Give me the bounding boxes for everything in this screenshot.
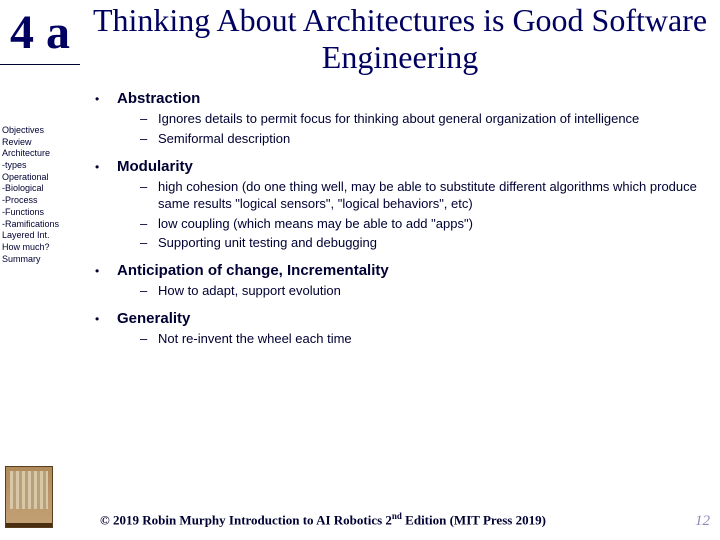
sidebar-item: -Biological (2, 183, 82, 195)
bullet-dot-icon: • (95, 264, 117, 278)
page-number: 12 (695, 513, 710, 530)
bullet-label: Modularity (117, 158, 193, 175)
sidebar-outline: Objectives Review Architecture -types Op… (2, 125, 82, 265)
sidebar-item: -types (2, 160, 82, 172)
sidebar-item: How much? (2, 242, 82, 254)
sub-bullet: –How to adapt, support evolution (140, 283, 710, 300)
sub-bullet: –Not re-invent the wheel each time (140, 331, 710, 348)
sub-bullet: –Semiformal description (140, 131, 710, 148)
sidebar-item: -Ramifications (2, 219, 82, 231)
sub-bullet: –Ignores details to permit focus for thi… (140, 111, 710, 128)
content-body: • Abstraction –Ignores details to permit… (95, 90, 710, 354)
sub-bullet: –high cohesion (do one thing well, may b… (140, 179, 710, 213)
dash-icon: – (140, 216, 158, 231)
bullet-dot-icon: • (95, 160, 117, 174)
sidebar-item: -Functions (2, 207, 82, 219)
bullet-anticipation: • Anticipation of change, Incrementality… (95, 262, 710, 300)
bullet-label: Abstraction (117, 90, 200, 107)
dash-icon: – (140, 331, 158, 346)
bullet-dot-icon: • (95, 92, 117, 106)
sidebar-item: Objectives (2, 125, 82, 137)
dash-icon: – (140, 283, 158, 298)
dash-icon: – (140, 235, 158, 250)
sidebar-item: Operational (2, 172, 82, 184)
bullet-dot-icon: • (95, 312, 117, 326)
bullet-generality: • Generality –Not re-invent the wheel ea… (95, 310, 710, 348)
sidebar-item: Architecture (2, 148, 82, 160)
slide-badge: 4 a (0, 0, 80, 65)
sidebar-item: -Process (2, 195, 82, 207)
book-cover-thumbnail (5, 466, 53, 528)
sub-bullet: –Supporting unit testing and debugging (140, 235, 710, 252)
bullet-modularity: • Modularity –high cohesion (do one thin… (95, 158, 710, 253)
bullet-abstraction: • Abstraction –Ignores details to permit… (95, 90, 710, 148)
dash-icon: – (140, 131, 158, 146)
sidebar-item: Review (2, 137, 82, 149)
dash-icon: – (140, 179, 158, 194)
bullet-label: Generality (117, 310, 190, 327)
copyright-footer: © 2019 Robin Murphy Introduction to AI R… (100, 511, 546, 528)
sub-bullet: –low coupling (which means may be able t… (140, 216, 710, 233)
sidebar-item: Summary (2, 254, 82, 266)
slide-title: Thinking About Architectures is Good Sof… (90, 2, 710, 76)
sidebar-item: Layered Int. (2, 230, 82, 242)
dash-icon: – (140, 111, 158, 126)
bullet-label: Anticipation of change, Incrementality (117, 262, 389, 279)
slide: 4 a Thinking About Architectures is Good… (0, 0, 720, 540)
